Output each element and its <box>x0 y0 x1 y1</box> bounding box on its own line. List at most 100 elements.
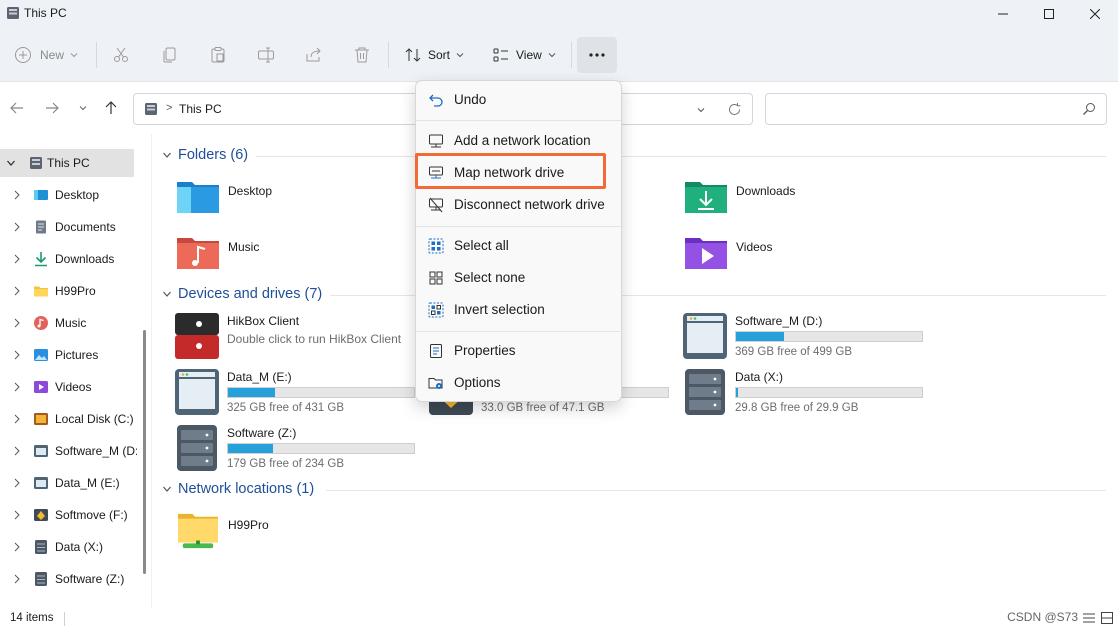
status-divider <box>64 612 65 626</box>
sidebar-scrollbar[interactable] <box>143 330 146 574</box>
large-icons-view-icon[interactable] <box>1100 611 1114 625</box>
menu-item-options[interactable]: Options <box>416 368 623 398</box>
drive-free-space: 29.8 GB free of 29.9 GB <box>735 402 859 414</box>
sidebar-item-label: This PC <box>47 156 90 170</box>
server-drive-icon <box>35 540 47 554</box>
folder-name: Music <box>228 240 260 254</box>
menu-item-invert-selection[interactable]: Invert selection <box>416 295 623 325</box>
search-input[interactable] <box>765 93 1107 125</box>
network-location-name: H99Pro <box>228 518 269 532</box>
cut-button[interactable] <box>112 38 130 72</box>
details-view-icon[interactable] <box>1082 611 1096 625</box>
recent-locations-button[interactable] <box>74 99 92 117</box>
maximize-button[interactable] <box>1026 0 1072 28</box>
chevron-right-icon[interactable] <box>13 414 21 424</box>
delete-button[interactable] <box>353 38 371 72</box>
sidebar-item-label: Data (X:) <box>55 540 104 554</box>
section-header-network[interactable]: Network locations (1) <box>162 481 314 497</box>
folder-name: Videos <box>736 240 773 254</box>
see-more-button[interactable] <box>577 37 617 73</box>
forward-button[interactable] <box>43 99 61 117</box>
sidebar-item-software-m[interactable]: Software_M (D: <box>0 437 152 465</box>
share-button[interactable] <box>305 38 323 72</box>
paste-button[interactable] <box>209 38 227 72</box>
chevron-down-icon <box>70 53 78 58</box>
sidebar-item-softmove[interactable]: Softmove (F:) <box>0 501 152 529</box>
new-button[interactable]: New <box>14 38 79 72</box>
chevron-right-icon[interactable] <box>13 222 21 232</box>
pc-icon <box>30 157 42 169</box>
menu-item-select-none[interactable]: Select none <box>416 263 623 293</box>
folder-tile-desktop[interactable]: Desktop <box>176 178 416 222</box>
sidebar-item-label: Software (Z:) <box>55 572 125 586</box>
menu-item-label: Options <box>454 375 501 390</box>
chevron-right-icon[interactable] <box>13 574 21 584</box>
section-header-folders[interactable]: Folders (6) <box>162 147 248 163</box>
arrow-up-icon <box>105 101 117 114</box>
drive-tile-data-m[interactable]: Data_M (E:) 325 GB free of 431 GB <box>174 368 424 420</box>
drive-tile-software-m[interactable]: Software_M (D:) 369 GB free of 499 GB <box>682 312 932 364</box>
copy-icon <box>163 47 176 63</box>
chevron-right-icon[interactable] <box>13 318 21 328</box>
sidebar-item-data-x[interactable]: Data (X:) <box>0 533 152 561</box>
drive-tile-hikbox-client[interactable]: HikBox Client Double click to run HikBox… <box>174 312 424 364</box>
select-none-icon <box>429 271 443 285</box>
sidebar-item-desktop[interactable]: Desktop <box>0 181 152 209</box>
sidebar-item-documents[interactable]: Documents <box>0 213 152 241</box>
highlight-box <box>415 153 606 189</box>
section-header-devices[interactable]: Devices and drives (7) <box>162 286 322 302</box>
folder-tile-downloads[interactable]: Downloads <box>684 178 924 222</box>
chevron-down-icon <box>163 152 171 158</box>
network-tile-h99pro[interactable]: H99Pro <box>176 512 416 556</box>
refresh-icon[interactable] <box>727 102 742 117</box>
sidebar-item-downloads[interactable]: Downloads <box>0 245 152 273</box>
menu-item-undo[interactable]: Undo <box>416 85 623 115</box>
copy-button[interactable] <box>161 38 179 72</box>
rename-button[interactable] <box>257 38 275 72</box>
drive-icon <box>175 369 219 415</box>
up-button[interactable] <box>102 99 120 117</box>
sidebar-item-h99pro[interactable]: H99Pro <box>0 277 152 305</box>
sidebar-item-videos[interactable]: Videos <box>0 373 152 401</box>
chevron-down-icon[interactable] <box>6 158 16 168</box>
minimize-button[interactable] <box>980 0 1026 28</box>
sidebar-item-local-disk-c[interactable]: Local Disk (C:) <box>0 405 152 433</box>
menu-item-add-network-location[interactable]: Add a network location <box>416 126 623 156</box>
sidebar-item-label: Music <box>55 316 87 330</box>
breadcrumb[interactable]: This PC <box>179 102 222 116</box>
menu-item-label: Disconnect network drive <box>454 197 605 212</box>
chevron-right-icon[interactable] <box>13 510 21 520</box>
sidebar-item-data-m[interactable]: Data_M (E:) <box>0 469 152 497</box>
menu-item-select-all[interactable]: Select all <box>416 231 623 261</box>
chevron-right-icon[interactable] <box>13 254 21 264</box>
item-count: 14 items <box>10 612 54 624</box>
chevron-right-icon[interactable] <box>13 478 21 488</box>
chevron-down-icon[interactable] <box>696 105 706 115</box>
back-button[interactable] <box>8 99 26 117</box>
chevron-right-icon[interactable] <box>13 446 21 456</box>
chevron-right-icon[interactable] <box>13 542 21 552</box>
sort-button[interactable]: Sort <box>404 38 465 72</box>
more-options-menu: Undo Add a network location Map network … <box>415 80 623 402</box>
section-title: Network locations (1) <box>178 481 315 497</box>
chevron-down-icon <box>163 291 171 297</box>
sidebar-item-this-pc[interactable]: This PC <box>0 149 134 177</box>
drive-tile-data-x[interactable]: Data (X:) 29.8 GB free of 29.9 GB <box>682 368 932 420</box>
sidebar-item-software-z[interactable]: Software (Z:) <box>0 565 152 593</box>
sidebar-item-music[interactable]: Music <box>0 309 152 337</box>
folder-tile-videos[interactable]: Videos <box>684 234 924 278</box>
folder-tile-music[interactable]: Music <box>176 234 416 278</box>
chevron-right-icon[interactable] <box>13 190 21 200</box>
sidebar-item-pictures[interactable]: Pictures <box>0 341 152 369</box>
close-button[interactable] <box>1072 0 1118 28</box>
chevron-right-icon[interactable] <box>13 350 21 360</box>
menu-item-disconnect-network-drive[interactable]: Disconnect network drive <box>416 190 623 220</box>
drive-tile-software-z[interactable]: Software (Z:) 179 GB free of 234 GB <box>174 424 424 476</box>
menu-item-properties[interactable]: Properties <box>416 336 623 366</box>
pc-icon <box>145 103 157 115</box>
sidebar-item-label: H99Pro <box>55 284 96 298</box>
view-button[interactable]: View <box>492 38 557 72</box>
music-folder-icon <box>177 238 219 269</box>
chevron-right-icon[interactable] <box>13 286 21 296</box>
chevron-right-icon[interactable] <box>13 382 21 392</box>
